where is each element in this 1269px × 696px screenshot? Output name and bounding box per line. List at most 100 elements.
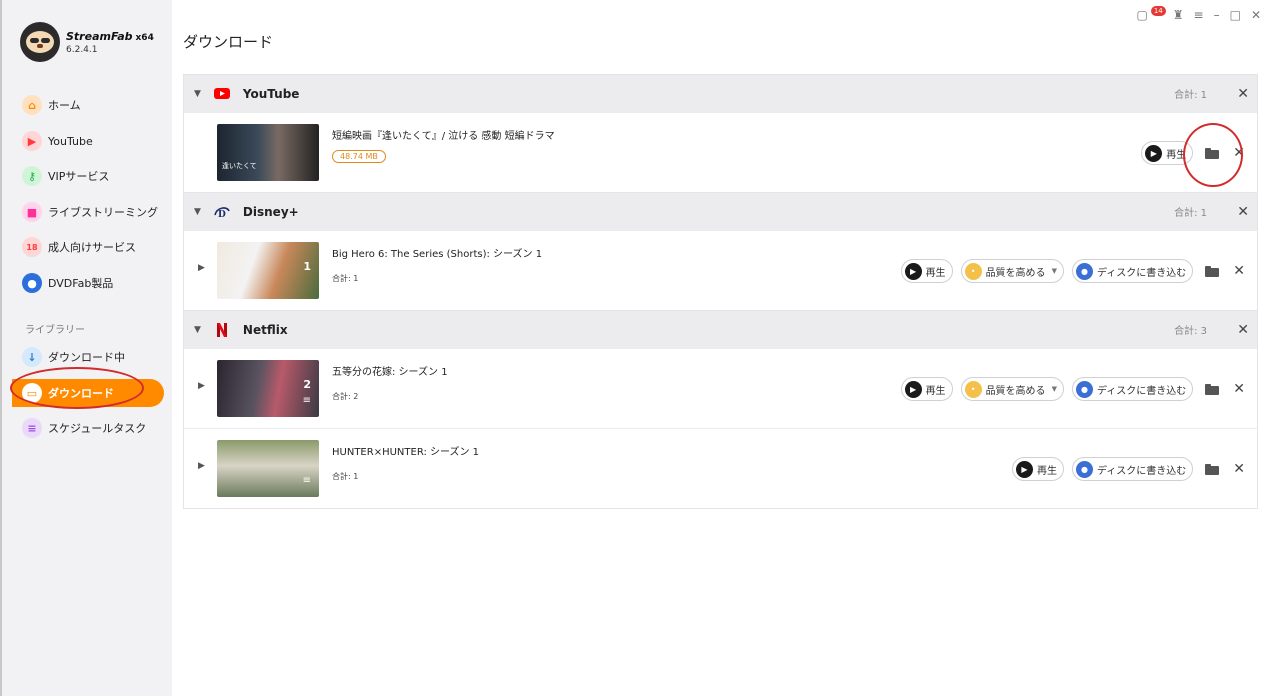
play-button[interactable]: ▶ 再生 <box>900 377 953 401</box>
sidebar-item-label: スケジュールタスク <box>48 422 147 435</box>
enhance-quality-label: 品質を高める <box>985 385 1046 397</box>
burn-disc-button[interactable]: ● ディスクに書き込む <box>1071 259 1194 283</box>
enhance-mascot-icon: • <box>964 262 982 280</box>
burn-disc-button[interactable]: ● ディスクに書き込む <box>1071 377 1194 401</box>
download-total: 合計: 1 <box>332 274 359 283</box>
minimize-icon[interactable]: – <box>1214 8 1220 22</box>
row-actions: ▶ 再生 ✕ <box>1141 141 1245 165</box>
maximize-icon[interactable]: □ <box>1230 8 1241 22</box>
open-folder-icon[interactable] <box>1205 265 1220 277</box>
sidebar-item-label: VIPサービス <box>48 170 110 183</box>
playlist-icon: ≡ <box>302 395 311 406</box>
notification-icon[interactable]: ▢ 14 <box>1137 6 1166 22</box>
play-button[interactable]: ▶ 再生 <box>900 259 953 283</box>
expand-row-icon[interactable]: ▶ <box>198 461 205 471</box>
app-logo: StreamFab x64 6.2.4.1 <box>20 22 154 62</box>
group-remove-icon[interactable]: ✕ <box>1237 86 1249 102</box>
group-header: ▼ Netflix 合計: 3 ✕ <box>184 311 1257 348</box>
dvdfab-icon: ● <box>1075 380 1093 398</box>
menu-icon[interactable]: ≡ <box>1194 8 1204 22</box>
sidebar-item-downloading[interactable]: ↓ ダウンロード中 <box>12 343 164 371</box>
thumbnail-caption: 逢いたくて <box>222 162 257 170</box>
sidebar-item-label: ダウンロード中 <box>48 351 125 364</box>
dvdfab-icon: ● <box>1075 460 1093 478</box>
download-row: ▶ 1 Big Hero 6: The Series (Shorts): シーズ… <box>184 230 1257 310</box>
sidebar-item-label: 成人向けサービス <box>48 241 136 254</box>
expand-row-icon[interactable]: ▶ <box>198 263 205 273</box>
group-total: 合計: 3 <box>1174 326 1207 337</box>
file-size-badge: 48.74 MB <box>332 150 386 163</box>
download-row: ▶ ≡ HUNTER×HUNTER: シーズン 1 合計: 1 ▶ 再生 ● デ… <box>184 428 1257 508</box>
key-icon: ⚷ <box>22 166 42 186</box>
sidebar-item-scheduled-tasks[interactable]: ≡ スケジュールタスク <box>12 414 164 442</box>
expand-row-icon[interactable]: ▶ <box>198 381 205 391</box>
download-title: HUNTER×HUNTER: シーズン 1 <box>332 447 480 458</box>
close-window-icon[interactable]: ✕ <box>1251 8 1261 22</box>
sidebar-item-dvdfab[interactable]: ● DVDFab製品 <box>12 269 164 297</box>
sloth-logo-icon <box>20 22 60 62</box>
collapse-toggle-icon[interactable]: ▼ <box>194 325 201 335</box>
chevron-down-icon: ▼ <box>1051 267 1057 275</box>
sidebar-item-adult[interactable]: 18 成人向けサービス <box>12 233 164 261</box>
group-remove-icon[interactable]: ✕ <box>1237 204 1249 220</box>
play-icon: ▶ <box>1145 144 1163 162</box>
download-group-netflix: ▼ Netflix 合計: 3 ✕ ▶ 2 ≡ 五等分の花嫁: シーズン 1 合… <box>183 310 1258 509</box>
video-thumbnail[interactable]: 逢いたくて <box>217 124 319 181</box>
task-icon: ≡ <box>22 418 42 438</box>
collapse-toggle-icon[interactable]: ▼ <box>194 89 201 99</box>
download-title: 五等分の花嫁: シーズン 1 <box>332 367 448 378</box>
library-section-label: ライブラリー <box>25 325 85 336</box>
video-thumbnail[interactable]: ≡ <box>217 440 319 497</box>
download-group-youtube: ▼ YouTube 合計: 1 ✕ 逢いたくて 短編映画『逢いたくて』/ 泣ける… <box>183 74 1258 193</box>
app-version: 6.2.4.1 <box>66 44 98 55</box>
enhance-quality-dropdown[interactable]: • 品質を高める ▼ <box>960 259 1064 283</box>
group-name: YouTube <box>242 86 300 101</box>
dvdfab-icon: ● <box>22 273 42 293</box>
shirt-icon[interactable]: ♜ <box>1173 8 1184 22</box>
video-thumbnail[interactable]: 1 <box>217 242 319 299</box>
open-folder-icon[interactable] <box>1205 383 1220 395</box>
open-folder-icon[interactable] <box>1205 463 1220 475</box>
download-title: 短編映画『逢いたくて』/ 泣ける 感動 短編ドラマ <box>332 131 555 142</box>
youtube-logo-icon <box>213 87 231 101</box>
play-label: 再生 <box>925 385 946 397</box>
burn-disc-button[interactable]: ● ディスクに書き込む <box>1071 457 1194 481</box>
group-total: 合計: 1 <box>1174 90 1207 101</box>
netflix-logo-icon <box>213 322 231 337</box>
burn-disc-label: ディスクに書き込む <box>1096 465 1187 477</box>
sidebar-item-downloaded[interactable]: ▭ ダウンロード <box>12 379 164 407</box>
episode-count: 1 <box>303 260 311 273</box>
disney-logo-icon: D <box>213 205 231 219</box>
play-button[interactable]: ▶ 再生 <box>1011 457 1064 481</box>
sidebar-item-label: YouTube <box>48 134 93 148</box>
sidebar-item-live-streaming[interactable]: ■ ライブストリーミング <box>12 198 164 226</box>
sidebar-item-home[interactable]: ⌂ ホーム <box>12 91 164 119</box>
play-label: 再生 <box>1166 149 1187 161</box>
play-label: 再生 <box>925 267 946 279</box>
play-button[interactable]: ▶ 再生 <box>1141 141 1194 165</box>
remove-item-icon[interactable]: ✕ <box>1233 263 1245 279</box>
video-thumbnail[interactable]: 2 ≡ <box>217 360 319 417</box>
enhance-quality-dropdown[interactable]: • 品質を高める ▼ <box>960 377 1064 401</box>
main-panel: ダウンロード ▢ 14 ♜ ≡ – □ ✕ ▼ YouTube 合計: 1 ✕ 逢… <box>172 0 1269 696</box>
group-remove-icon[interactable]: ✕ <box>1237 322 1249 338</box>
youtube-icon: ▶ <box>22 131 42 151</box>
group-name: Netflix <box>242 322 288 337</box>
remove-item-icon[interactable]: ✕ <box>1233 145 1245 161</box>
remove-item-icon[interactable]: ✕ <box>1233 381 1245 397</box>
sidebar-item-youtube[interactable]: ▶ YouTube <box>12 127 164 155</box>
group-name: Disney+ <box>242 204 299 219</box>
svg-text:D: D <box>218 210 226 219</box>
open-folder-icon[interactable] <box>1205 147 1220 159</box>
group-total: 合計: 1 <box>1174 208 1207 219</box>
download-title: Big Hero 6: The Series (Shorts): シーズン 1 <box>332 249 543 260</box>
download-row: ▶ 2 ≡ 五等分の花嫁: シーズン 1 合計: 2 ▶ 再生 • 品質を高める… <box>184 348 1257 428</box>
app-arch: x64 <box>135 32 154 43</box>
row-actions: ▶ 再生 • 品質を高める ▼ ● ディスクに書き込む ✕ <box>900 377 1245 401</box>
window-controls: ▢ 14 ♜ ≡ – □ ✕ <box>1137 6 1261 22</box>
sidebar-item-vip[interactable]: ⚷ VIPサービス <box>12 162 164 190</box>
row-actions: ▶ 再生 ● ディスクに書き込む ✕ <box>1011 457 1245 481</box>
collapse-toggle-icon[interactable]: ▼ <box>194 207 201 217</box>
sidebar-item-label: DVDFab製品 <box>48 277 114 290</box>
remove-item-icon[interactable]: ✕ <box>1233 461 1245 477</box>
